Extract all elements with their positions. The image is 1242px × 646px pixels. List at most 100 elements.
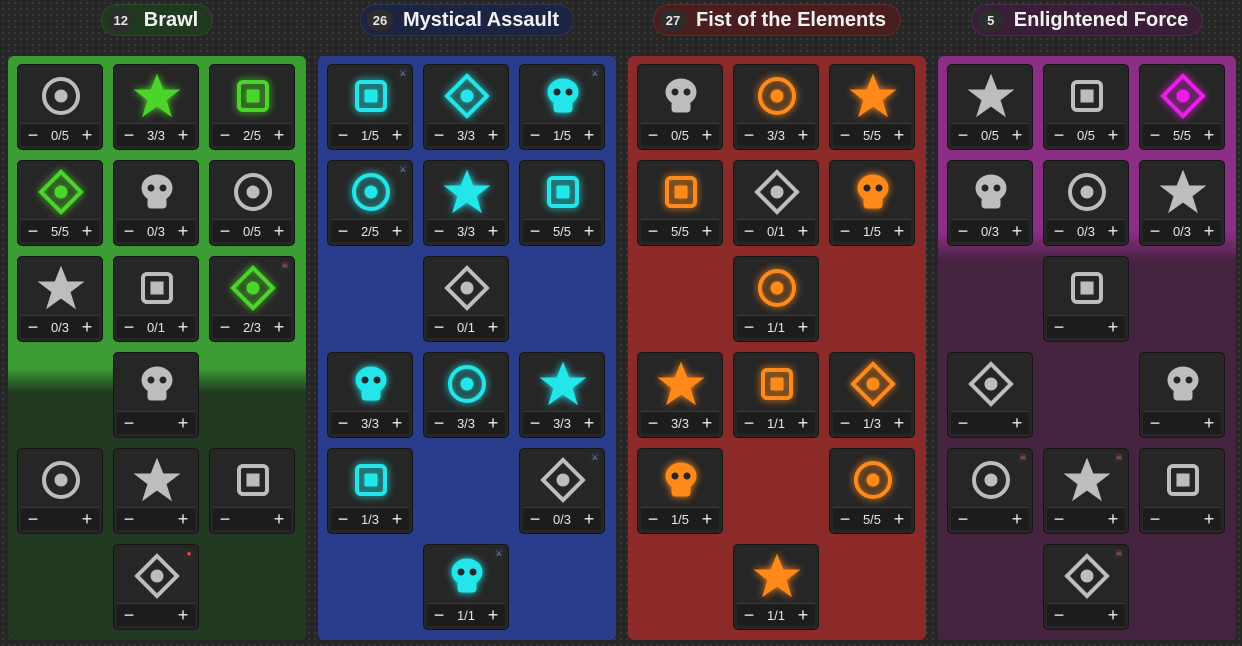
decrement-button[interactable]: − (951, 220, 975, 242)
talent-node[interactable]: ● − + (113, 544, 199, 630)
decrement-button[interactable]: − (213, 220, 237, 242)
talent-node[interactable]: − + (1139, 448, 1225, 534)
increment-button[interactable]: + (1197, 508, 1221, 530)
talent-node[interactable]: ☠ − + (1043, 448, 1129, 534)
decrement-button[interactable]: − (737, 316, 761, 338)
talent-node[interactable]: −5/5 + (829, 64, 915, 150)
decrement-button[interactable]: − (117, 508, 141, 530)
talent-node[interactable]: − + (113, 352, 199, 438)
increment-button[interactable]: + (481, 124, 505, 146)
decrement-button[interactable]: − (833, 508, 857, 530)
decrement-button[interactable]: − (523, 412, 547, 434)
decrement-button[interactable]: − (117, 412, 141, 434)
decrement-button[interactable]: − (427, 220, 451, 242)
decrement-button[interactable]: − (117, 220, 141, 242)
decrement-button[interactable]: − (523, 508, 547, 530)
increment-button[interactable]: + (267, 220, 291, 242)
increment-button[interactable]: + (1101, 316, 1125, 338)
increment-button[interactable]: + (171, 508, 195, 530)
talent-node[interactable]: − + (1043, 256, 1129, 342)
decrement-button[interactable]: − (117, 316, 141, 338)
decrement-button[interactable]: − (833, 124, 857, 146)
increment-button[interactable]: + (695, 508, 719, 530)
talent-node[interactable]: −0/3 + (947, 160, 1033, 246)
decrement-button[interactable]: − (641, 220, 665, 242)
decrement-button[interactable]: − (427, 316, 451, 338)
decrement-button[interactable]: − (737, 412, 761, 434)
increment-button[interactable]: + (1197, 220, 1221, 242)
decrement-button[interactable]: − (737, 604, 761, 626)
talent-node[interactable]: ☠ − + (1043, 544, 1129, 630)
talent-node[interactable]: ⚔ −1/5 + (519, 64, 605, 150)
decrement-button[interactable]: − (641, 412, 665, 434)
increment-button[interactable]: + (481, 604, 505, 626)
decrement-button[interactable]: − (117, 124, 141, 146)
increment-button[interactable]: + (481, 412, 505, 434)
decrement-button[interactable]: − (21, 124, 45, 146)
decrement-button[interactable]: − (21, 508, 45, 530)
increment-button[interactable]: + (267, 316, 291, 338)
talent-node[interactable]: −1/1 + (733, 256, 819, 342)
increment-button[interactable]: + (171, 220, 195, 242)
talent-node[interactable]: −5/5 + (1139, 64, 1225, 150)
increment-button[interactable]: + (577, 124, 601, 146)
increment-button[interactable]: + (171, 316, 195, 338)
decrement-button[interactable]: − (737, 220, 761, 242)
decrement-button[interactable]: − (427, 604, 451, 626)
increment-button[interactable]: + (1101, 124, 1125, 146)
decrement-button[interactable]: − (331, 220, 355, 242)
talent-node[interactable]: −0/5 + (17, 64, 103, 150)
increment-button[interactable]: + (481, 316, 505, 338)
decrement-button[interactable]: − (1143, 508, 1167, 530)
talent-node[interactable]: −3/3 + (423, 160, 509, 246)
decrement-button[interactable]: − (951, 124, 975, 146)
decrement-button[interactable]: − (331, 124, 355, 146)
decrement-button[interactable]: − (1047, 604, 1071, 626)
increment-button[interactable]: + (1101, 508, 1125, 530)
talent-node[interactable]: −3/3 + (423, 64, 509, 150)
talent-node[interactable]: −5/5 + (829, 448, 915, 534)
increment-button[interactable]: + (791, 604, 815, 626)
talent-node[interactable]: −1/3 + (327, 448, 413, 534)
increment-button[interactable]: + (385, 124, 409, 146)
increment-button[interactable]: + (1197, 124, 1221, 146)
increment-button[interactable]: + (1101, 220, 1125, 242)
increment-button[interactable]: + (791, 316, 815, 338)
increment-button[interactable]: + (695, 220, 719, 242)
increment-button[interactable]: + (887, 220, 911, 242)
talent-node[interactable]: ⚔ −1/1 + (423, 544, 509, 630)
increment-button[interactable]: + (577, 220, 601, 242)
decrement-button[interactable]: − (427, 412, 451, 434)
increment-button[interactable]: + (887, 508, 911, 530)
talent-node[interactable]: − + (1139, 352, 1225, 438)
talent-node[interactable]: −1/3 + (829, 352, 915, 438)
talent-node[interactable]: − + (947, 352, 1033, 438)
talent-node[interactable]: −1/1 + (733, 352, 819, 438)
talent-node[interactable]: − + (17, 448, 103, 534)
decrement-button[interactable]: − (641, 124, 665, 146)
increment-button[interactable]: + (75, 316, 99, 338)
decrement-button[interactable]: − (641, 508, 665, 530)
talent-node[interactable]: −5/5 + (637, 160, 723, 246)
increment-button[interactable]: + (267, 124, 291, 146)
increment-button[interactable]: + (171, 124, 195, 146)
decrement-button[interactable]: − (1143, 220, 1167, 242)
increment-button[interactable]: + (791, 220, 815, 242)
talent-node[interactable]: ⚔ −2/5 + (327, 160, 413, 246)
talent-node[interactable]: ⚔ −1/5 + (327, 64, 413, 150)
talent-node[interactable]: −3/3 + (519, 352, 605, 438)
decrement-button[interactable]: − (951, 412, 975, 434)
decrement-button[interactable]: − (1143, 412, 1167, 434)
talent-node[interactable]: −3/3 + (637, 352, 723, 438)
talent-node[interactable]: −0/3 + (17, 256, 103, 342)
talent-node[interactable]: −1/1 + (733, 544, 819, 630)
increment-button[interactable]: + (385, 508, 409, 530)
increment-button[interactable]: + (695, 124, 719, 146)
increment-button[interactable]: + (481, 220, 505, 242)
decrement-button[interactable]: − (951, 508, 975, 530)
decrement-button[interactable]: − (1047, 508, 1071, 530)
increment-button[interactable]: + (1005, 124, 1029, 146)
talent-node[interactable]: −0/3 + (113, 160, 199, 246)
increment-button[interactable]: + (695, 412, 719, 434)
talent-node[interactable]: −0/3 + (1139, 160, 1225, 246)
